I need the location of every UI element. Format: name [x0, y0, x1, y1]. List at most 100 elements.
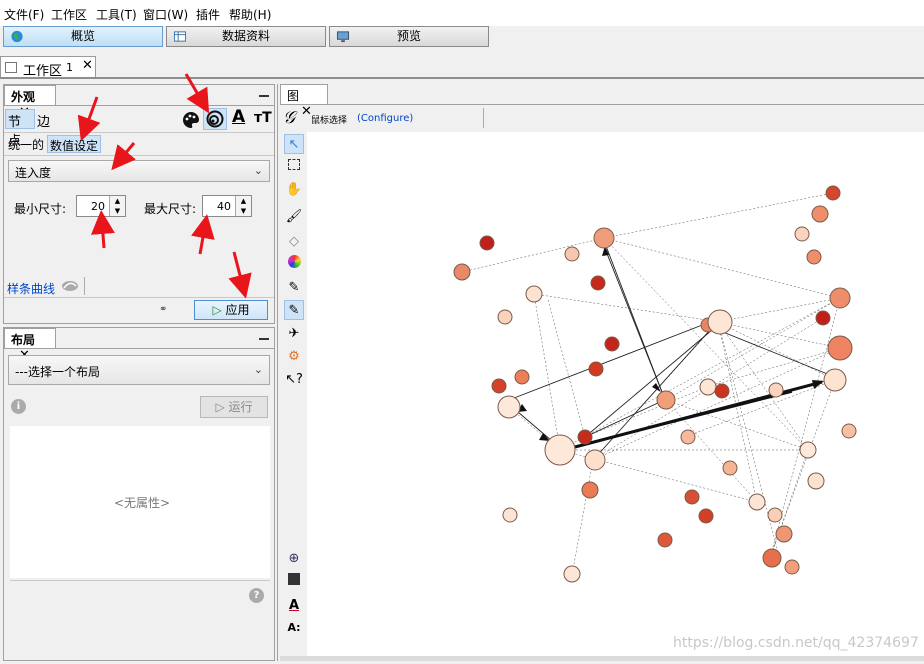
help-icon[interactable]: ?	[249, 588, 264, 603]
info-icon[interactable]: i	[11, 399, 26, 414]
divider	[280, 104, 924, 105]
rect-select-icon[interactable]	[284, 157, 304, 177]
divider	[84, 277, 85, 295]
play-icon: ▷	[212, 303, 222, 317]
divider	[10, 580, 270, 581]
spline-link[interactable]: 样条曲线	[7, 280, 55, 297]
graph-tab-label: 图	[287, 89, 300, 103]
divider	[4, 297, 274, 298]
mode-bar: 概览 数据资料 预览	[0, 26, 924, 54]
graph-arrowheads	[517, 246, 824, 441]
spinner-buttons[interactable]: ▲ ▼	[109, 196, 125, 216]
min-size-label: 最小尺寸:	[14, 202, 67, 216]
menu-file[interactable]: 文件(F)	[4, 6, 44, 23]
help-cursor-icon[interactable]: ↖?	[284, 370, 304, 390]
drag-tool-icon[interactable]: ✋	[284, 180, 304, 200]
data-lab-label: 数据资料	[221, 29, 270, 43]
monitor-icon	[336, 31, 350, 43]
divider	[4, 348, 274, 349]
graph-edges-dark	[508, 245, 831, 459]
properties-area: <无属性>	[10, 426, 270, 578]
pointer-tool-icon[interactable]: ↖	[284, 134, 304, 154]
size-icon	[206, 110, 224, 128]
apply-button[interactable]: ▷ 应用	[194, 300, 268, 320]
divider	[0, 77, 924, 79]
min-size-value: 20	[91, 200, 105, 213]
run-label: 运行	[228, 400, 253, 414]
up-arrow-icon[interactable]: ▲	[236, 196, 251, 206]
down-arrow-icon[interactable]: ▼	[236, 206, 251, 216]
configure-link[interactable]: (Configure)	[357, 113, 413, 124]
divider	[483, 108, 484, 128]
layout-title: 布局	[11, 333, 36, 347]
label-color-icon[interactable]: A	[232, 107, 245, 127]
overview-button[interactable]: 概览	[3, 26, 163, 47]
data-lab-button[interactable]: 数据资料	[166, 26, 326, 47]
menu-tools[interactable]: 工具(T)	[96, 6, 137, 23]
max-size-spinner[interactable]: 40 ▲ ▼	[202, 195, 252, 217]
color-wheel-icon[interactable]	[284, 255, 304, 275]
mouse-select-label: 鼠标选择	[311, 116, 348, 126]
graph-edges-light	[461, 192, 841, 576]
document-icon	[5, 62, 17, 73]
menu-plugins[interactable]: 插件	[196, 6, 220, 23]
edge-pencil-icon[interactable]: ✎	[284, 300, 304, 320]
tab-unique-label: 统一的	[8, 138, 45, 152]
tab-unique[interactable]: 统一的	[8, 136, 44, 153]
menu-window[interactable]: 窗口(W)	[143, 6, 188, 23]
up-arrow-icon[interactable]: ▲	[110, 196, 125, 206]
gear-icon[interactable]: ⚙	[284, 347, 304, 367]
no-properties-text: <无属性>	[114, 496, 171, 510]
spline-icon[interactable]	[61, 280, 79, 292]
close-icon[interactable]: ✕	[82, 58, 93, 73]
menu-bar: 文件(F) 工作区 工具(T) 窗口(W) 插件 帮助(H)	[0, 0, 924, 26]
tab-ranking-label: 数值设定	[50, 139, 99, 153]
minimize-icon[interactable]	[259, 95, 269, 97]
spinner-buttons[interactable]: ▲ ▼	[235, 196, 251, 216]
zoom-icon[interactable]: ⊕	[284, 549, 304, 569]
label-font-icon[interactable]: A:	[284, 618, 304, 638]
label-size-icon[interactable]: тT	[254, 110, 272, 126]
appearance-title: 外观	[11, 90, 36, 104]
workspace-tab[interactable]: 工作区 1 ✕	[0, 56, 96, 79]
workspace-tab-index: 1	[66, 61, 73, 74]
layout-select-value: ---选择一个布局	[15, 365, 100, 379]
appearance-panel: 外观✕ 节点 边 A тT 统一的 数值设定 连入度 ⌄ 最小尺寸: 20 ▲▼…	[3, 84, 275, 324]
graph-network[interactable]	[307, 132, 924, 661]
layout-select[interactable]: ---选择一个布局 ⌄	[8, 355, 270, 385]
background-color-icon[interactable]	[284, 572, 304, 592]
pencil-icon[interactable]: ✎	[284, 278, 304, 298]
table-icon	[173, 31, 187, 42]
menu-workspace[interactable]: 工作区	[51, 6, 87, 23]
graph-tab[interactable]: 图✕	[280, 84, 328, 119]
chain-icon[interactable]: ⚭	[159, 304, 167, 315]
attribute-select-value: 连入度	[15, 166, 52, 180]
play-icon: ▷	[215, 400, 225, 414]
divider	[4, 105, 274, 106]
tab-ranking[interactable]: 数值设定	[47, 135, 101, 153]
graph-canvas[interactable]: https://blog.csdn.net/qq_42374697	[307, 132, 924, 661]
divider	[4, 132, 274, 133]
layout-tab[interactable]: 布局✕	[4, 328, 56, 363]
watermark: https://blog.csdn.net/qq_42374697	[673, 635, 919, 651]
brush-icon[interactable]: 🖌	[284, 207, 304, 227]
min-size-spinner[interactable]: 20 ▲ ▼	[76, 195, 126, 217]
appearance-tab[interactable]: 外观✕	[4, 85, 56, 120]
max-size-label: 最大尺寸:	[144, 202, 197, 216]
plane-icon[interactable]: ✈	[284, 324, 304, 344]
down-arrow-icon[interactable]: ▼	[110, 206, 125, 216]
minimize-icon[interactable]	[259, 338, 269, 340]
menu-help[interactable]: 帮助(H)	[229, 6, 271, 23]
divider	[4, 155, 274, 156]
diamond-icon[interactable]: ◇	[284, 232, 304, 252]
tab-nodes[interactable]: 节点	[5, 109, 35, 149]
palette-icon[interactable]	[182, 111, 200, 129]
label-color-icon[interactable]: A	[284, 596, 304, 616]
tab-edges[interactable]: 边	[37, 111, 50, 130]
gephi-logo-icon[interactable]: 𝒢	[283, 108, 295, 128]
run-button[interactable]: ▷ 运行	[200, 396, 268, 418]
max-size-value: 40	[217, 200, 231, 213]
size-button[interactable]	[203, 108, 227, 130]
attribute-select[interactable]: 连入度 ⌄	[8, 160, 270, 182]
preview-button[interactable]: 预览	[329, 26, 489, 47]
